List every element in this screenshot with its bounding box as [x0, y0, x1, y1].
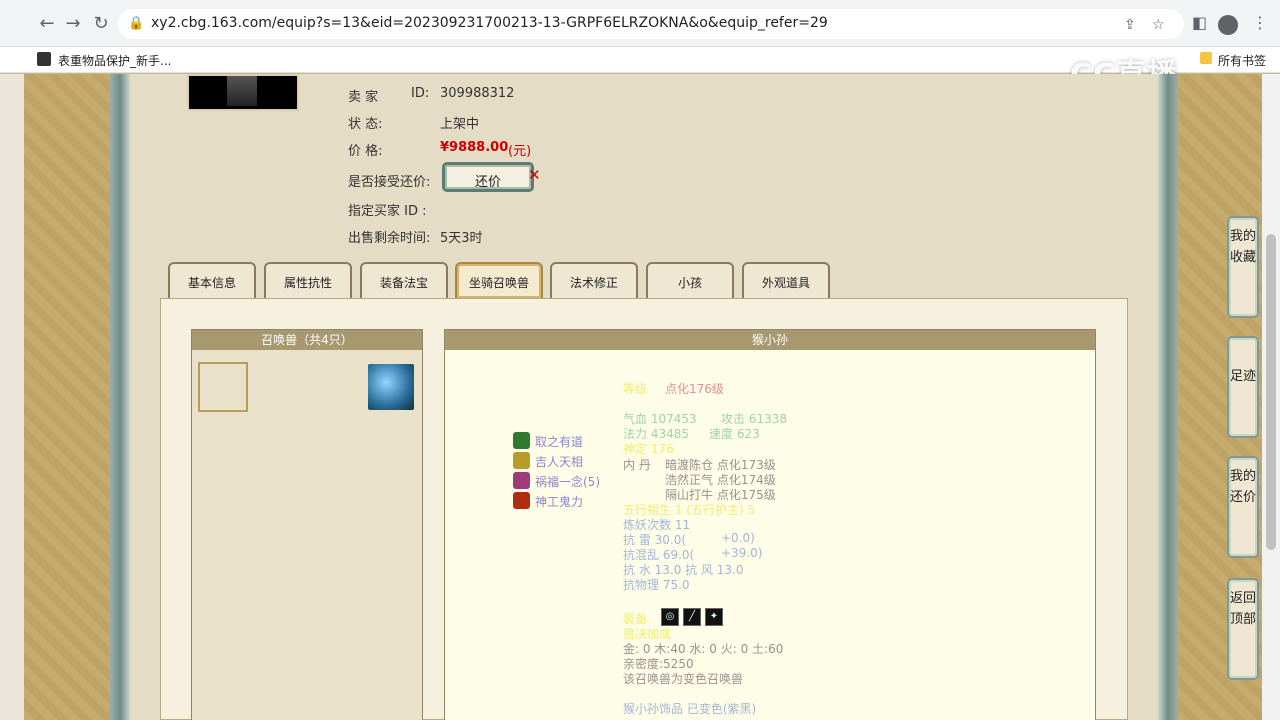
- res-physical: 抗物理 75.0: [623, 578, 690, 592]
- level-value: 点化176级: [665, 382, 724, 396]
- tab-attributes[interactable]: 属性抗性: [264, 262, 352, 298]
- remaining-value: 5天3时: [440, 231, 483, 246]
- url-text[interactable]: xy2.cbg.163.com/equip?s=13&eid=202309231…: [151, 15, 828, 31]
- price-unit: (元): [508, 144, 532, 159]
- price-value: ¥9888.00: [440, 140, 509, 155]
- tab-label: 属性抗性: [283, 276, 332, 290]
- tab-mount-summon[interactable]: 坐骑召唤兽: [455, 262, 543, 298]
- tab-label: 装备法宝: [379, 276, 428, 290]
- status-value: 上架中: [440, 117, 480, 132]
- skill-label: 吉人天相: [535, 455, 584, 469]
- equip-slot-icon[interactable]: ✦: [705, 608, 723, 626]
- tab-label: 法术修正: [569, 276, 618, 290]
- bargain-button-label: 还价: [474, 175, 501, 190]
- sidebar-label: 足迹: [1229, 369, 1256, 384]
- profile-icon[interactable]: [1218, 15, 1238, 35]
- back-icon[interactable]: ←: [36, 13, 58, 35]
- skill-icon: [513, 432, 530, 449]
- tab-label: 小孩: [677, 276, 702, 290]
- sidebar-label: 我的还价: [1229, 469, 1256, 505]
- pet-name: 猴小孙: [445, 330, 1095, 350]
- forward-icon[interactable]: →: [62, 13, 84, 35]
- page: 卖 家 ID: 309988312 状 态: 上架中 价 格: ¥9888.00…: [0, 74, 1280, 720]
- equip-slot-icon[interactable]: ◎: [661, 608, 679, 626]
- tab-equipment[interactable]: 装备法宝: [360, 262, 448, 298]
- ornament: 猴小孙饰品 已变色(紫黑): [623, 702, 757, 716]
- equip-slot-icon[interactable]: ╱: [683, 608, 701, 626]
- item-thumbnail: [187, 74, 299, 111]
- stat-spd: 速度 623: [709, 427, 760, 441]
- summon-panel: 召唤兽（共4只） 猴小孙 取之有道 吉人天相 祸福一念(5) 神工鬼力 等级 点…: [160, 298, 1128, 720]
- folder-icon: [1200, 52, 1212, 64]
- bargain-label: 是否接受还价:: [348, 175, 431, 190]
- lock-icon: 🔒: [128, 16, 145, 31]
- skill-label: 祸福一念(5): [535, 475, 600, 489]
- skill-icon: [513, 492, 530, 509]
- my-favorites-button[interactable]: 我的收藏: [1227, 216, 1259, 318]
- close-icon[interactable]: ✕: [528, 166, 541, 184]
- pet-detail: 猴小孙 取之有道 吉人天相 祸福一念(5) 神工鬼力 等级 点化176级 气血 …: [444, 329, 1096, 720]
- variant-note: 该召唤兽为变色召唤兽: [623, 672, 744, 686]
- menu-icon[interactable]: ⋮: [1252, 13, 1268, 32]
- share-icon[interactable]: ⇪: [1124, 17, 1136, 33]
- star-icon[interactable]: ☆: [1152, 17, 1165, 33]
- neidan-label: 内 丹: [623, 458, 651, 472]
- left-border: [110, 74, 130, 720]
- back-to-top-button[interactable]: 返回顶部: [1227, 578, 1259, 680]
- tab-label: 坐骑召唤兽: [468, 276, 529, 290]
- empty-slot[interactable]: [198, 362, 248, 412]
- character-image: [227, 76, 257, 106]
- seller-label: 卖 家: [348, 90, 379, 105]
- id-label: ID:: [411, 86, 430, 101]
- stat-int: 神定 176: [623, 442, 674, 456]
- level-label: 等级: [623, 382, 648, 396]
- sidepanel-icon[interactable]: ◧: [1192, 13, 1207, 32]
- skill-icon: [513, 452, 530, 469]
- skill-label: 神工鬼力: [535, 495, 584, 509]
- sidebar-label: 我的收藏: [1229, 229, 1256, 265]
- skill-label: 取之有道: [535, 435, 584, 449]
- address-bar[interactable]: 🔒 xy2.cbg.163.com/equip?s=13&eid=2023092…: [118, 9, 1184, 39]
- main-content: 卖 家 ID: 309988312 状 态: 上架中 价 格: ¥9888.00…: [130, 74, 1158, 720]
- tab-appearance[interactable]: 外观道具: [742, 262, 830, 298]
- skill-icon: [513, 472, 530, 489]
- tab-child[interactable]: 小孩: [646, 262, 734, 298]
- pet-avatar[interactable]: [368, 364, 414, 410]
- tab-basic[interactable]: 基本信息: [168, 262, 256, 298]
- status-label: 状 态:: [348, 117, 383, 132]
- tab-label: 外观道具: [761, 276, 810, 290]
- bookmark-item[interactable]: 表重物品保护_新手...: [58, 52, 171, 69]
- summon-list: 召唤兽（共4只）: [191, 329, 423, 720]
- summon-list-header: 召唤兽（共4只）: [192, 330, 422, 350]
- seller-id: 309988312: [440, 86, 515, 101]
- left-strip: [0, 74, 24, 720]
- all-bookmarks[interactable]: 所有书签: [1218, 52, 1266, 69]
- scrollbar[interactable]: [1262, 74, 1280, 720]
- bargain-button[interactable]: 还价: [442, 162, 534, 192]
- my-bargains-button[interactable]: 我的还价: [1227, 456, 1259, 558]
- left-pattern: [24, 74, 110, 720]
- res-thunder-bonus: +0.0): [721, 531, 755, 545]
- res-chaos-bonus: +39.0): [721, 546, 763, 560]
- sidebar-label: 返回顶部: [1229, 591, 1256, 627]
- tab-spell[interactable]: 法术修正: [550, 262, 638, 298]
- price-label: 价 格:: [348, 144, 383, 159]
- tab-label: 基本信息: [187, 276, 236, 290]
- footprint-button[interactable]: 足迹: [1227, 336, 1259, 438]
- buyer-label: 指定买家 ID :: [348, 204, 427, 219]
- bookmark-icon: [37, 52, 51, 66]
- scroll-thumb[interactable]: [1266, 234, 1276, 550]
- right-border: [1158, 74, 1178, 720]
- remaining-label: 出售剩余时间:: [348, 231, 431, 246]
- reload-icon[interactable]: ↻: [90, 13, 112, 35]
- browser-toolbar: ← → ↻ 🔒 xy2.cbg.163.com/equip?s=13&eid=2…: [0, 0, 1280, 47]
